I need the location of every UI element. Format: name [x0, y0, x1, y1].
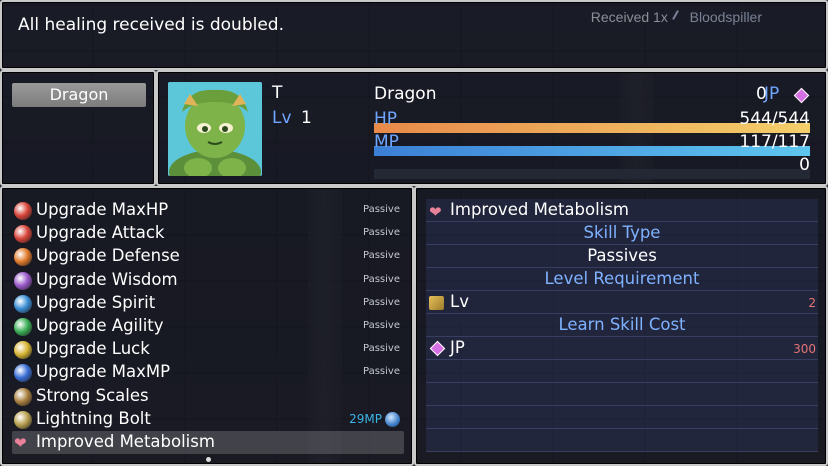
mp-label: MP	[374, 132, 399, 152]
skill-row[interactable]: Upgrade Agility Passive	[12, 315, 404, 338]
level-requirement-label: Level Requirement	[544, 269, 700, 288]
skill-name: Improved Metabolism	[36, 432, 215, 451]
level-label: Lv	[272, 108, 292, 128]
detail-empty-row	[426, 360, 818, 383]
detail-cost-row: JP 300	[426, 337, 818, 360]
skill-detail-window: ❤ Improved Metabolism Skill Type Passive…	[414, 186, 828, 466]
sword-icon	[671, 10, 686, 24]
skill-name: Upgrade Luck	[36, 339, 150, 359]
actor-name: T	[272, 83, 283, 103]
skill-name: Lightning Bolt	[36, 408, 151, 428]
actor-status-window: T Lv 1 Dragon 0 JP HP 544/544 MP 117/117…	[156, 70, 828, 186]
green-orb-icon	[14, 318, 32, 336]
mp-gauge: MP 117/117	[374, 132, 810, 156]
skill-cost: Passive	[363, 273, 400, 285]
skill-row[interactable]: Upgrade MaxMP Passive	[12, 361, 404, 384]
skill-cost: Passive	[363, 343, 400, 355]
detail-skill-type-value-row: Passives	[426, 245, 818, 268]
skill-name: Upgrade Wisdom	[36, 269, 178, 289]
help-window: All healing received is doubled. Receive…	[0, 0, 828, 70]
heart-icon: ❤	[14, 434, 27, 452]
level-badge-icon	[429, 296, 444, 310]
jp-gem-icon	[429, 340, 446, 357]
hp-label: HP	[374, 109, 398, 129]
purple-orb-icon	[14, 271, 32, 290]
class-name: Dragon	[374, 84, 437, 104]
detail-title: Improved Metabolism	[450, 200, 629, 219]
received-count: 1x	[653, 9, 668, 25]
mp-orb-icon	[385, 411, 400, 427]
skill-row[interactable]: Strong Scales	[12, 385, 404, 408]
lightning-icon	[14, 410, 32, 429]
skill-row[interactable]: Upgrade Wisdom Passive	[12, 269, 404, 292]
skill-type-dragon-button[interactable]: Dragon	[12, 83, 146, 107]
dragon-girl-portrait-icon	[168, 82, 262, 176]
skill-type-value: Passives	[587, 246, 657, 265]
skill-row[interactable]: Upgrade MaxHP Passive	[12, 199, 404, 222]
help-text: All healing received is doubled.	[18, 15, 284, 35]
skill-name: Upgrade Attack	[36, 223, 165, 243]
skill-type-window: Dragon	[0, 70, 156, 186]
received-indicator: Received 1x Bloodspiller	[591, 9, 762, 25]
blue-orb-icon	[14, 364, 32, 383]
skill-name: Upgrade MaxMP	[36, 362, 171, 382]
skill-row[interactable]: Upgrade Luck Passive	[12, 338, 404, 361]
red-orb-icon	[14, 225, 32, 244]
skill-name: Upgrade MaxHP	[36, 200, 169, 219]
skill-name: Upgrade Agility	[36, 316, 164, 335]
detail-title-row: ❤ Improved Metabolism	[426, 199, 818, 222]
skill-cost: Passive	[363, 250, 400, 262]
skill-row[interactable]: Upgrade Attack Passive	[12, 222, 404, 245]
received-source: Bloodspiller	[689, 9, 762, 25]
orange-orb-icon	[14, 248, 32, 267]
skill-row[interactable]: Lightning Bolt 29MP	[12, 408, 404, 431]
skill-name: Strong Scales	[36, 385, 149, 405]
blue-orb-icon	[14, 294, 32, 313]
tp-gauge: 0	[374, 155, 810, 179]
detail-cost-label-row: Learn Skill Cost	[426, 314, 818, 337]
heart-icon: ❤	[429, 203, 442, 221]
received-label: Received	[590, 9, 650, 25]
skill-name: Upgrade Spirit	[36, 292, 156, 312]
skill-list-window: Upgrade MaxHP Passive Upgrade Attack Passiv…	[0, 186, 414, 466]
detail-empty-row	[426, 383, 818, 406]
detail-skill-type-label-row: Skill Type	[426, 222, 818, 245]
scales-icon	[14, 387, 32, 406]
level-requirement-value: 2	[808, 296, 816, 310]
skill-row[interactable]: ❤ Improved Metabolism	[12, 431, 404, 454]
level-requirement-lv-label: Lv	[450, 292, 469, 311]
detail-level-req-label-row: Level Requirement	[426, 268, 818, 291]
jp-gem-icon	[793, 87, 810, 104]
yellow-orb-icon	[14, 341, 32, 360]
learn-cost-jp-value: 300	[793, 342, 816, 356]
jp-label: JP	[764, 84, 780, 104]
hp-value: 544/544	[739, 109, 810, 129]
skill-cost: Passive	[363, 296, 400, 308]
detail-level-req-row: Lv 2	[426, 291, 818, 314]
level-value: 1	[301, 108, 312, 128]
scroll-indicator[interactable]	[206, 457, 211, 462]
learn-skill-cost-label: Learn Skill Cost	[558, 315, 686, 334]
skill-row[interactable]: Upgrade Spirit Passive	[12, 292, 404, 315]
skill-cost: 29MP	[349, 411, 382, 426]
red-orb-icon	[14, 202, 32, 220]
hp-gauge: HP 544/544	[374, 109, 810, 133]
skill-type-label: Skill Type	[583, 223, 661, 242]
skill-name: Upgrade Defense	[36, 246, 180, 266]
detail-empty-row	[426, 406, 818, 429]
actor-portrait	[168, 82, 262, 176]
skill-row[interactable]: Upgrade Defense Passive	[12, 245, 404, 268]
mp-value: 117/117	[739, 132, 810, 152]
skill-cost: Passive	[363, 320, 400, 331]
tp-value: 0	[799, 155, 810, 175]
skill-cost: Passive	[363, 227, 400, 239]
skill-cost: Passive	[363, 204, 400, 215]
detail-empty-row	[426, 429, 818, 452]
skill-cost: Passive	[363, 366, 400, 378]
learn-cost-jp-label: JP	[450, 338, 465, 357]
